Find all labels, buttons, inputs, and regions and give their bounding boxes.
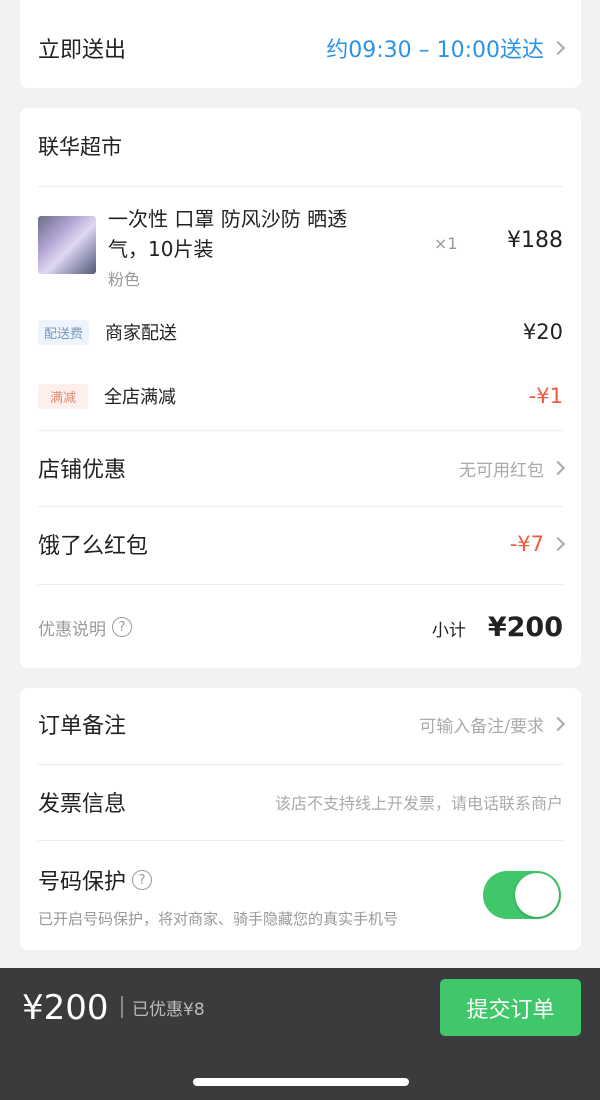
extras-card: 订单备注 可输入备注/要求 发票信息 该店不支持线上开发票，请电话联系商户 号码… <box>20 688 581 950</box>
store-promo-value: 无可用红包 <box>459 460 544 481</box>
store-header: 联华超市 <box>38 128 563 164</box>
product-item[interactable]: 一次性 口罩 防风沙防 晒透 气，10片装 粉色 ×1 ¥188 <box>38 200 563 290</box>
divider <box>38 840 563 841</box>
invoice-label: 发票信息 <box>38 792 127 817</box>
delivery-time-row[interactable]: 立即送出 约09:30 – 10:00送达 <box>38 24 566 72</box>
invoice-value: 该店不支持线上开发票，请电话联系商户 <box>274 794 563 813</box>
store-promo-row[interactable]: 店铺优惠 无可用红包 <box>38 446 566 490</box>
saved-amount: 已优惠¥8 <box>132 1000 205 1020</box>
product-thumbnail <box>38 216 96 274</box>
discount-label: 全店满减 <box>104 387 177 408</box>
discount-tag: 满减 <box>38 383 89 409</box>
discount-value: -¥1 <box>528 384 563 408</box>
separator <box>121 996 123 1018</box>
discount-row: 满减 全店满减 -¥1 <box>38 380 563 412</box>
number-protect-label: 号码保护 <box>38 870 127 895</box>
subtotal-label: 小计 <box>431 620 466 641</box>
delivery-fee-tag: 配送费 <box>38 319 90 345</box>
product-price: ¥188 <box>507 228 563 253</box>
divider <box>38 584 563 585</box>
redpacket-value: -¥7 <box>509 532 544 556</box>
home-indicator <box>193 1078 409 1086</box>
delivery-label: 立即送出 <box>38 38 127 63</box>
order-note-row[interactable]: 订单备注 可输入备注/要求 <box>38 702 566 746</box>
invoice-row: 发票信息 该店不支持线上开发票，请电话联系商户 <box>38 780 563 824</box>
discount-explain[interactable]: 优惠说明 ? <box>38 615 132 640</box>
product-title-2: 气，10片装 <box>108 237 214 261</box>
delivery-fee-row: 配送费 商家配送 ¥20 <box>38 316 563 348</box>
redpacket-row[interactable]: 饿了么红包 -¥7 <box>38 522 566 566</box>
bottom-bar: ¥200 已优惠¥8 提交订单 <box>0 968 600 1100</box>
chevron-right-icon <box>550 536 566 552</box>
redpacket-label: 饿了么红包 <box>38 534 149 559</box>
store-name: 联华超市 <box>38 135 122 159</box>
chevron-right-icon <box>550 460 566 476</box>
delivery-time: 约09:30 – 10:00送达 <box>326 38 544 63</box>
chevron-right-icon <box>550 40 566 56</box>
store-card: 联华超市 一次性 口罩 防风沙防 晒透 气，10片装 粉色 ×1 ¥188 配送… <box>20 108 581 668</box>
divider <box>38 186 563 187</box>
divider <box>38 506 563 507</box>
submit-order-label: 提交订单 <box>466 997 555 1023</box>
product-variant: 粉色 <box>108 270 141 289</box>
toggle-knob <box>515 873 559 917</box>
number-protect-toggle[interactable] <box>483 871 561 919</box>
submit-order-button[interactable]: 提交订单 <box>440 979 581 1036</box>
order-note-label: 订单备注 <box>38 714 127 739</box>
product-title-1: 一次性 口罩 防风沙防 晒透 <box>108 207 348 231</box>
subtotal-row: 优惠说明 ? 小计 ¥200 <box>38 606 563 648</box>
divider <box>38 764 563 765</box>
divider <box>38 430 563 431</box>
delivery-fee-label: 商家配送 <box>105 323 178 344</box>
product-qty: ×1 <box>434 234 458 253</box>
delivery-card: 立即送出 约09:30 – 10:00送达 <box>20 0 581 88</box>
store-promo-label: 店铺优惠 <box>38 458 127 483</box>
chevron-right-icon <box>550 716 566 732</box>
total-price: ¥200 <box>22 988 109 1028</box>
order-note-placeholder: 可输入备注/要求 <box>419 716 544 737</box>
number-protect-desc: 已开启号码保护，将对商家、骑手隐藏您的真实手机号 <box>38 910 399 928</box>
help-icon: ? <box>112 617 132 637</box>
delivery-fee-value: ¥20 <box>522 320 563 344</box>
help-icon[interactable]: ? <box>132 870 153 890</box>
discount-explain-label: 优惠说明 <box>38 619 106 640</box>
subtotal-value: ¥200 <box>487 611 563 643</box>
